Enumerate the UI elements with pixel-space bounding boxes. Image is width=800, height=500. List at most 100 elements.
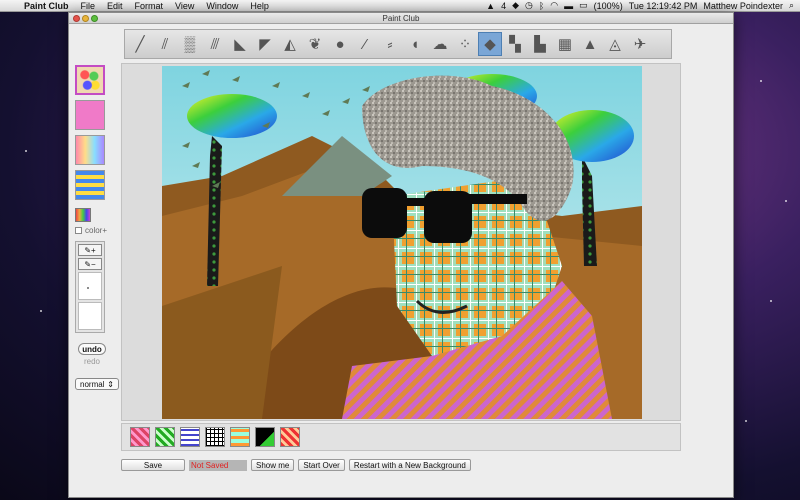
pattern-bar xyxy=(121,423,681,451)
pattern-black-grid[interactable] xyxy=(205,427,225,447)
tool-texture-noise[interactable]: ▒ xyxy=(178,32,202,56)
minimize-button[interactable] xyxy=(82,15,89,22)
tool-brush-stripes[interactable]: ⫻ xyxy=(203,32,227,56)
brush-grass-icon: ⸗ xyxy=(387,35,393,53)
status-number[interactable]: 4 xyxy=(501,1,506,11)
plaid-swatch[interactable] xyxy=(75,170,105,200)
save-button[interactable]: Save xyxy=(121,459,185,471)
zoom-button[interactable] xyxy=(91,15,98,22)
shape-grid-icon: ▦ xyxy=(557,36,573,53)
size-decrease-button[interactable]: ✎− xyxy=(78,258,102,270)
color-preview xyxy=(78,302,102,330)
pattern-blue-plaid[interactable] xyxy=(180,427,200,447)
tool-stamp-bird[interactable]: ◤ xyxy=(253,32,277,56)
time-machine-icon[interactable]: ◷ xyxy=(525,0,533,11)
drawing-canvas[interactable] xyxy=(162,66,642,419)
battery-icon[interactable]: ▭ xyxy=(579,0,588,11)
dropbox-icon[interactable]: ◆ xyxy=(512,0,519,11)
pattern-green-stripes[interactable] xyxy=(155,427,175,447)
brush-hair-icon: ⫽ xyxy=(161,35,169,53)
menubar-extras: ▲ 4 ◆ ◷ ᛒ ◠ ▬ ▭ (100%) Tue 12:19:42 PM M… xyxy=(486,0,800,11)
tool-shape-blob[interactable]: ◖ xyxy=(403,32,427,56)
close-button[interactable] xyxy=(73,15,80,22)
shape-check-icon: ▚ xyxy=(509,36,521,53)
menu-window[interactable]: Window xyxy=(200,1,244,11)
pattern-red-stripes[interactable] xyxy=(280,427,300,447)
tool-brush-feather[interactable]: ⁄ xyxy=(353,32,377,56)
stamp-leaf-icon: ❦ xyxy=(308,36,322,53)
color-plus-option[interactable]: color+ xyxy=(75,226,109,235)
pattern-pink-stripes[interactable] xyxy=(130,427,150,447)
tool-brush-pen[interactable]: ╱ xyxy=(128,32,152,56)
shape-bubbles-icon: ⁘ xyxy=(458,36,472,53)
size-increase-button[interactable]: ✎+ xyxy=(78,244,102,256)
save-status: Not Saved xyxy=(189,459,247,471)
menu-app-name[interactable]: Paint Club xyxy=(18,1,75,11)
tool-shape-mountain[interactable]: ◬ xyxy=(603,32,627,56)
stamp-wolf-icon: ◭ xyxy=(284,36,296,53)
blend-mode-select[interactable]: normal ⇕ xyxy=(75,378,119,390)
restart-new-background-button[interactable]: Restart with a New Background xyxy=(348,459,471,471)
redo-button[interactable]: redo xyxy=(75,357,109,366)
tool-shape-bubbles[interactable]: ⁘ xyxy=(453,32,477,56)
tool-shape-steps[interactable]: ▙ xyxy=(528,32,552,56)
user-name[interactable]: Matthew Poindexter xyxy=(703,1,783,11)
show-me-button[interactable]: Show me xyxy=(251,459,295,471)
bluetooth-icon[interactable]: ᛒ xyxy=(539,1,544,11)
paint-club-window: Paint Club ╱ ⫽ ▒ ⫻ ◣ ◤ ◭ ❦ ● ⁄ ⸗ ◖ ☁ ⁘ ◆ ▚ ▙ ▦ ▲ ◬ ✈ color+ … xyxy=(68,12,734,498)
brush-preview xyxy=(78,272,102,300)
tool-brush-grass[interactable]: ⸗ xyxy=(378,32,402,56)
shape-steps-icon: ▙ xyxy=(534,36,546,53)
tool-shape-cloud[interactable]: ☁ xyxy=(428,32,452,56)
tool-stamp-leaf[interactable]: ❦ xyxy=(303,32,327,56)
wifi-icon[interactable]: ◠ xyxy=(550,0,558,11)
tool-stamp-cat[interactable]: ◣ xyxy=(228,32,252,56)
brush-feather-icon: ⁄ xyxy=(363,35,367,53)
start-over-button[interactable]: Start Over xyxy=(298,459,345,471)
menu-edit[interactable]: Edit xyxy=(101,1,129,11)
tool-shape-plane[interactable]: ✈ xyxy=(628,32,652,56)
color-picker-button[interactable] xyxy=(75,208,91,222)
pink-fill-swatch[interactable] xyxy=(75,100,105,130)
tool-brush-hair[interactable]: ⫽ xyxy=(153,32,177,56)
stamp-cat-icon: ◣ xyxy=(234,36,246,53)
brush-pen-icon: ╱ xyxy=(135,36,145,53)
color-plus-checkbox[interactable] xyxy=(75,227,82,234)
tool-shape-grid[interactable]: ▦ xyxy=(553,32,577,56)
tool-shape-cube[interactable]: ◆ xyxy=(478,32,502,56)
canvas-area xyxy=(121,63,681,421)
spotlight-icon[interactable]: ⌕ xyxy=(789,0,794,11)
menu-format[interactable]: Format xyxy=(129,1,170,11)
shape-circle-icon: ● xyxy=(335,35,345,53)
battery-percent[interactable]: (100%) xyxy=(594,1,623,11)
adobe-icon[interactable]: ▲ xyxy=(486,1,495,11)
select-arrows-icon: ⇕ xyxy=(107,379,114,389)
tool-shape-circle[interactable]: ● xyxy=(328,32,352,56)
undo-button[interactable]: undo xyxy=(78,343,106,355)
shape-triangle-icon: ▲ xyxy=(582,35,598,53)
menu-file[interactable]: File xyxy=(75,1,102,11)
left-panel: color+ ✎+ ✎− undo redo normal ⇕ xyxy=(75,65,119,390)
flag-icon[interactable]: ▬ xyxy=(564,1,573,11)
blend-mode-value: normal xyxy=(80,379,105,389)
tool-shape-check[interactable]: ▚ xyxy=(503,32,527,56)
tool-shape-triangle[interactable]: ▲ xyxy=(578,32,602,56)
shape-plane-icon: ✈ xyxy=(633,36,647,53)
brush-stripes-icon: ⫻ xyxy=(210,35,220,53)
menu-help[interactable]: Help xyxy=(244,1,275,11)
color-palette-swatch[interactable] xyxy=(75,65,105,95)
title-bar[interactable]: Paint Club xyxy=(69,13,733,24)
bottom-bar: Save Not Saved Show me Start Over Restar… xyxy=(121,459,471,471)
menu-view[interactable]: View xyxy=(169,1,200,11)
clock[interactable]: Tue 12:19:42 PM xyxy=(629,1,698,11)
color-plus-label: color+ xyxy=(85,226,108,235)
shape-cube-icon: ◆ xyxy=(484,36,496,53)
menubar: Paint Club File Edit Format View Window … xyxy=(0,0,800,12)
pattern-orange-plaid[interactable] xyxy=(230,427,250,447)
tool-palette: ╱ ⫽ ▒ ⫻ ◣ ◤ ◭ ❦ ● ⁄ ⸗ ◖ ☁ ⁘ ◆ ▚ ▙ ▦ ▲ ◬ ✈ xyxy=(124,29,672,59)
tool-stamp-wolf[interactable]: ◭ xyxy=(278,32,302,56)
painting xyxy=(162,66,642,419)
texture-noise-icon: ▒ xyxy=(184,35,196,53)
gradient-swatch[interactable] xyxy=(75,135,105,165)
pattern-black-green[interactable] xyxy=(255,427,275,447)
